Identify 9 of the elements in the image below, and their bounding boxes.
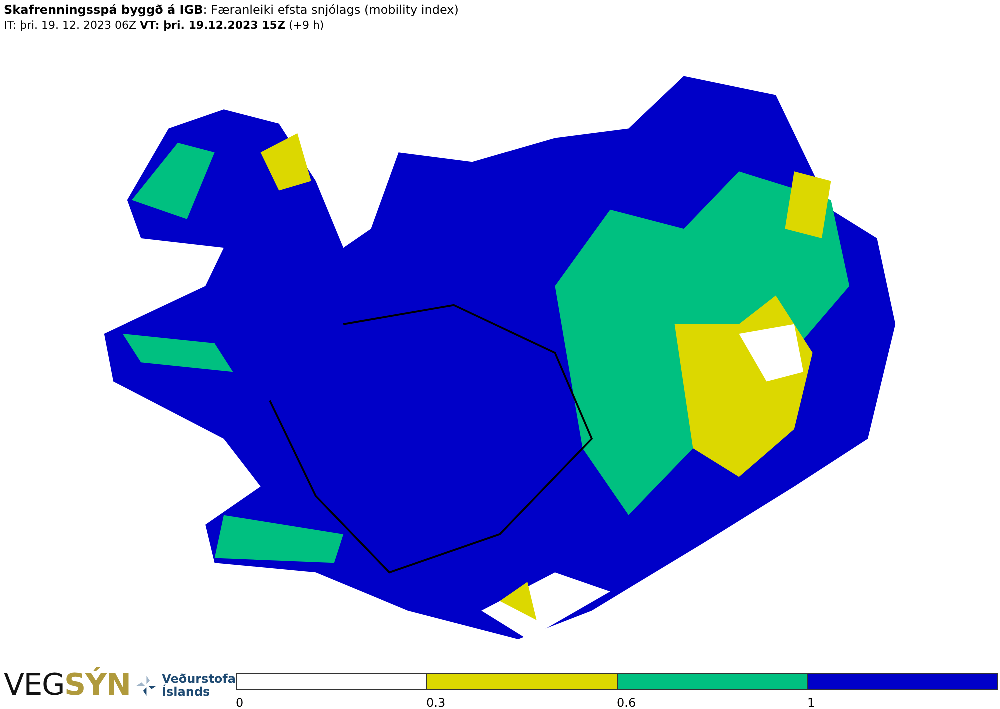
map-title: Skafrenningsspá byggð á IGB: Færanleiki efsta snjólags (mobility index): [4, 2, 460, 18]
institute-name: Veðurstofa: [162, 673, 236, 686]
forecast-times: IT: þri. 19. 12. 2023 06Z VT: þri. 19.12.2023 15Z (+9 h): [4, 18, 326, 34]
legend-label: 1: [808, 696, 816, 709]
legend-label: 0.3: [426, 696, 446, 709]
legend-label: 0.6: [617, 696, 636, 709]
legend-label: 0: [236, 696, 244, 709]
institute-name: Íslands: [162, 686, 212, 699]
vegsyn-logo: VEGSÝN: [4, 669, 131, 703]
